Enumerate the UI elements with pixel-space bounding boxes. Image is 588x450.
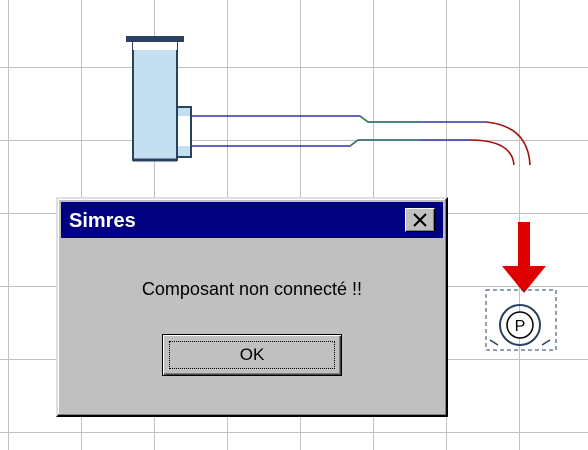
close-button[interactable] [405, 208, 435, 232]
dialog-titlebar[interactable]: Simres [61, 202, 443, 238]
pump-label: P [515, 318, 526, 335]
dialog-message: Composant non connecté !! [141, 279, 363, 299]
tank-icon[interactable] [126, 36, 192, 162]
pipe-connection[interactable] [191, 115, 531, 166]
close-icon [413, 213, 427, 227]
pump-icon[interactable]: P [485, 289, 557, 351]
ok-button[interactable]: OK [162, 334, 342, 376]
arrow-down-icon [502, 222, 546, 293]
dialog-title: Simres [69, 210, 136, 232]
ok-button-label: OK [169, 341, 335, 369]
message-dialog: Simres Composant non connecté !! OK [56, 197, 448, 417]
